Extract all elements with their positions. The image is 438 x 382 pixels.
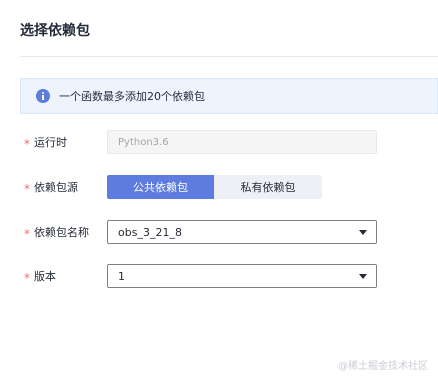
- runtime-field: Python3.6: [107, 130, 377, 154]
- package-name-value: obs_3_21_8: [118, 225, 182, 239]
- version-select[interactable]: 1: [107, 264, 377, 288]
- chevron-down-icon: [359, 230, 367, 235]
- required-mark: *: [24, 271, 30, 285]
- version-label-text: 版本: [34, 270, 56, 283]
- version-value: 1: [118, 269, 125, 283]
- package-name-label-text: 依赖包名称: [34, 226, 89, 239]
- private-package-button[interactable]: 私有依赖包: [214, 175, 322, 199]
- source-label-text: 依赖包源: [34, 181, 78, 194]
- package-name-select[interactable]: obs_3_21_8: [107, 220, 377, 244]
- version-row: * 版本 1: [0, 262, 438, 290]
- info-bar: 一个函数最多添加20个依赖包: [20, 78, 438, 114]
- info-text: 一个函数最多添加20个依赖包: [59, 90, 205, 103]
- source-row: * 依赖包源 公共依赖包 私有依赖包: [0, 173, 438, 201]
- info-icon: [36, 89, 50, 103]
- runtime-row: * 运行时 Python3.6: [0, 128, 438, 156]
- runtime-label-text: 运行时: [34, 136, 67, 149]
- chevron-down-icon: [359, 274, 367, 279]
- package-name-row: * 依赖包名称 obs_3_21_8: [0, 218, 438, 246]
- source-toggle: 公共依赖包 私有依赖包: [107, 175, 322, 199]
- title-divider: [20, 56, 438, 57]
- required-mark: *: [24, 182, 30, 196]
- runtime-label: * 运行时: [24, 134, 67, 150]
- version-label: * 版本: [24, 268, 56, 284]
- source-label: * 依赖包源: [24, 179, 78, 195]
- dialog-title: 选择依赖包: [20, 23, 90, 39]
- required-mark: *: [24, 137, 30, 151]
- public-package-button[interactable]: 公共依赖包: [107, 175, 214, 199]
- package-name-label: * 依赖包名称: [24, 224, 89, 240]
- watermark: @稀土掘金技术社区: [338, 361, 428, 372]
- required-mark: *: [24, 227, 30, 241]
